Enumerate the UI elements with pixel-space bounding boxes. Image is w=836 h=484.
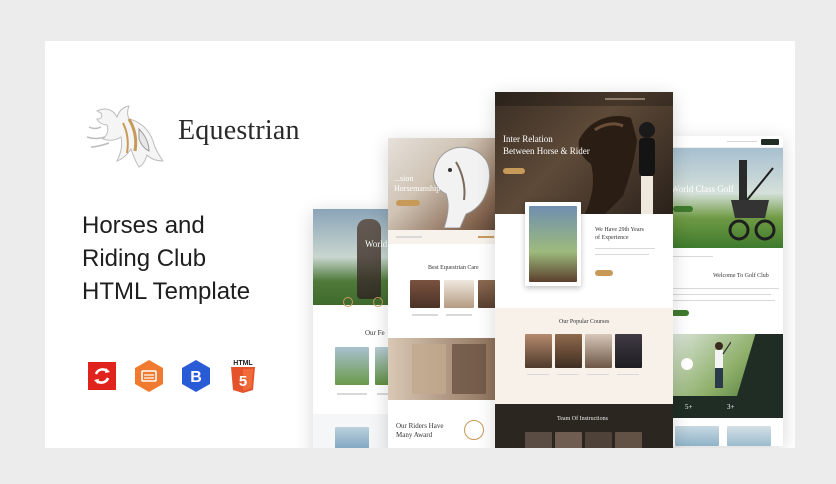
s3-courses-title: Our Popular Courses xyxy=(559,319,610,325)
horse-head-logo-icon xyxy=(86,105,164,168)
tech-badges: B HTML 5 xyxy=(86,358,259,394)
svg-text:B: B xyxy=(190,369,202,386)
mockup-equestrian-two: ...sion Horsemanship Best Equestrian Car… xyxy=(388,138,500,448)
headline-line-3: HTML Template xyxy=(82,278,251,305)
html5-number: 5 xyxy=(239,373,247,390)
s3-years-line-2: of Experience xyxy=(595,235,629,241)
s3-team-title: Team Of Instructions xyxy=(557,416,608,422)
s3-hero-line-1: Inter Relation xyxy=(503,134,553,144)
s4-hero-text: World Class Golf xyxy=(671,184,734,194)
s4-welcome-title: Welcome To Golf Club xyxy=(713,273,769,279)
s1-section-title: Our Fe xyxy=(365,329,385,337)
rider-horse-photo-icon xyxy=(578,116,655,214)
s4-hero-button[interactable] xyxy=(673,206,693,212)
s2-hero-line-1: ...sion xyxy=(394,174,414,183)
responsive-icon xyxy=(86,358,118,394)
headline: Horses and Riding Club HTML Template xyxy=(82,209,342,308)
s2-award-line-2: Many Award xyxy=(396,431,433,439)
html5-icon: HTML 5 xyxy=(227,358,259,394)
html5-label: HTML xyxy=(233,360,253,367)
headline-line-2: Riding Club xyxy=(82,245,207,272)
bootstrap-icon: B xyxy=(180,358,212,394)
s3-hero-line-2: Between Horse & Rider xyxy=(503,146,590,156)
play-icon[interactable] xyxy=(681,358,693,370)
s1-hero-text: World xyxy=(365,239,388,249)
golfer-photo-icon xyxy=(715,341,731,388)
mockup-golf-right: World Class Golf Welcome To Golf Club 5+… xyxy=(667,136,783,446)
mockup-equestrian-main: Inter Relation Between Horse & Rider We … xyxy=(495,92,673,448)
golf-cart-photo-icon xyxy=(728,160,776,241)
s2-hero-button xyxy=(396,200,420,206)
s3-years-line-1: We Have 29th Years xyxy=(595,227,644,233)
s3-about-button[interactable] xyxy=(595,270,613,276)
s2-hero-line-2: Horsemanship xyxy=(394,184,441,193)
s4-about-button[interactable] xyxy=(671,310,689,316)
brand-name: Equestrian xyxy=(178,115,300,146)
sass-badge-icon xyxy=(133,358,165,394)
template-preview-card: Equestrian Horses and Riding Club HTML T… xyxy=(45,41,795,448)
s4-stat-2: 3+ xyxy=(727,403,735,411)
s3-hero-button[interactable] xyxy=(503,168,525,174)
s2-award-line-1: Our Riders Have xyxy=(396,422,444,430)
s4-stat-1: 5+ xyxy=(685,403,693,411)
headline-line-1: Horses and xyxy=(82,212,205,239)
s2-section-title: Best Equestrian Care xyxy=(428,265,479,271)
s3-jump-photo xyxy=(529,206,577,282)
